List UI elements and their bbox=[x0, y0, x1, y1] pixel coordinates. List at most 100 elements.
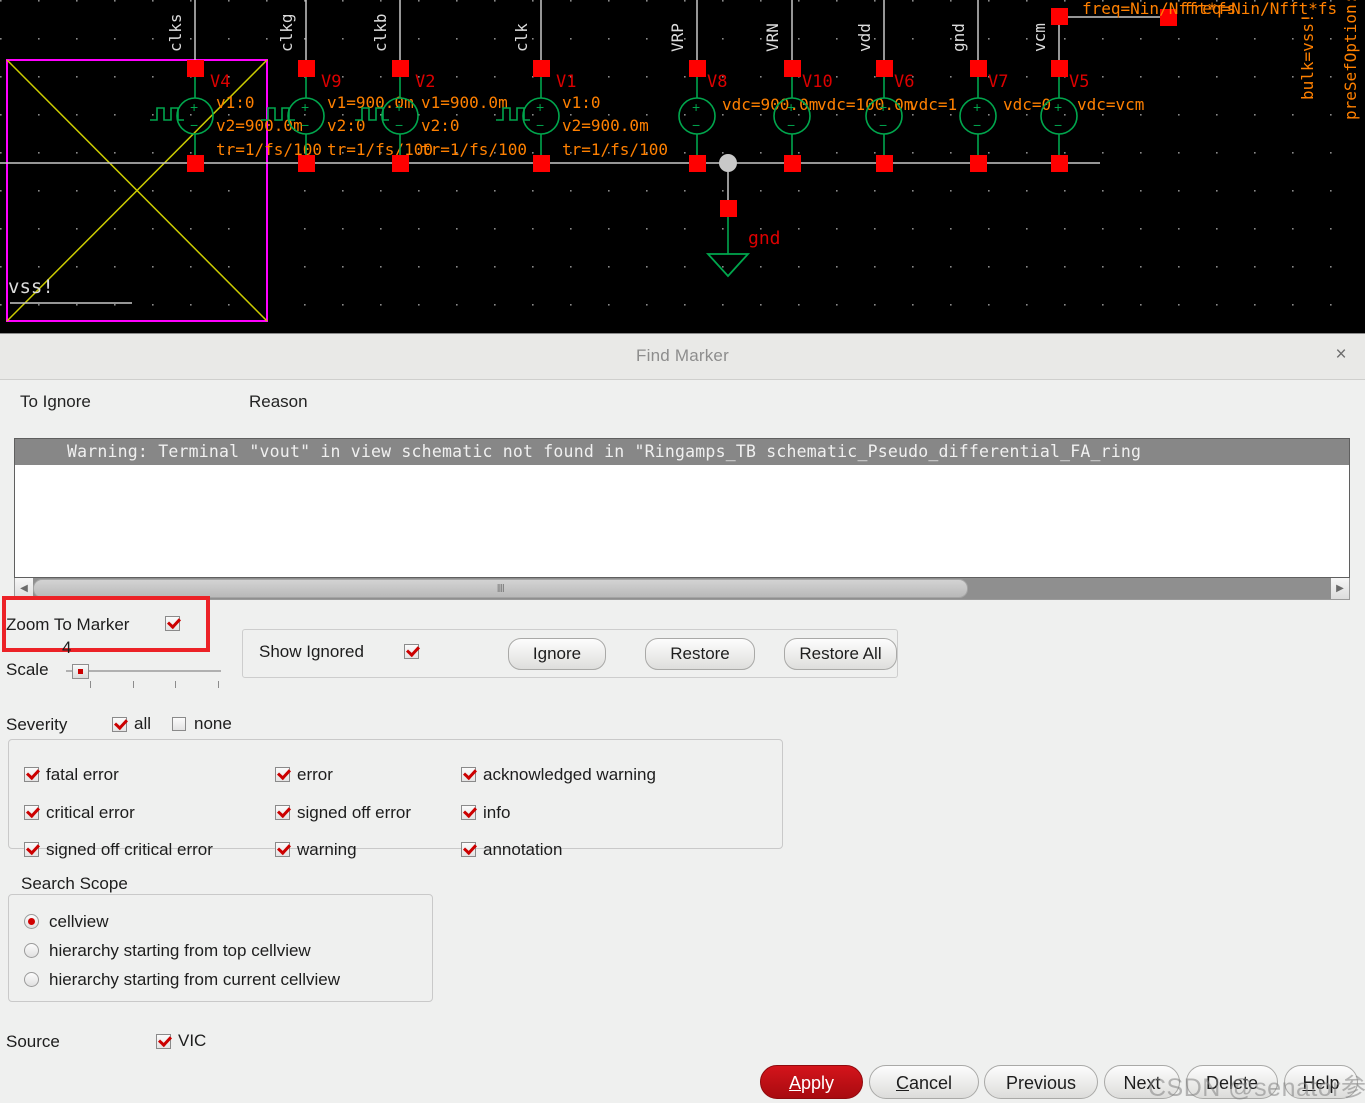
radio-hierarchy-current[interactable] bbox=[24, 972, 39, 987]
severity-item-label: annotation bbox=[483, 840, 563, 859]
search-scope-option-cellview[interactable]: cellview bbox=[24, 912, 109, 932]
svg-text:+: + bbox=[787, 99, 795, 115]
severity-checkbox-fatal-error[interactable] bbox=[24, 767, 39, 782]
svg-text:V9: V9 bbox=[321, 72, 341, 92]
next-button[interactable]: Next bbox=[1104, 1065, 1180, 1099]
scroll-right-icon[interactable]: ▶ bbox=[1331, 578, 1349, 599]
source-label: Source bbox=[6, 1032, 60, 1051]
severity-all-label: all bbox=[134, 714, 152, 733]
svg-text:−: − bbox=[787, 117, 795, 133]
svg-text:−: − bbox=[692, 117, 700, 133]
ignore-button[interactable]: Ignore bbox=[508, 638, 606, 670]
schematic-canvas[interactable]: vss! clks + − V4 v1:0 v2=900.0m tr=1/fs/… bbox=[0, 0, 1365, 333]
severity-item-acknowledged-warning[interactable]: acknowledged warning bbox=[461, 765, 656, 785]
severity-item-error[interactable]: error bbox=[275, 765, 333, 785]
svg-text:clk: clk bbox=[512, 23, 531, 52]
restore-button[interactable]: Restore bbox=[645, 638, 755, 670]
scale-value: 4 bbox=[62, 638, 72, 657]
list-item[interactable]: Warning: Terminal "vout" in view schemat… bbox=[15, 439, 1349, 465]
scale-label: Scale bbox=[6, 660, 49, 679]
severity-all-checkbox[interactable] bbox=[112, 717, 127, 732]
svg-text:vdc=vcm: vdc=vcm bbox=[1077, 95, 1144, 114]
dialog-footer: Apply Cancel Previous Next Delete Help bbox=[0, 1060, 1365, 1103]
severity-item-info[interactable]: info bbox=[461, 803, 510, 823]
severity-item-signed-off-error[interactable]: signed off error bbox=[275, 803, 411, 823]
scale-slider-thumb[interactable] bbox=[72, 664, 89, 679]
severity-checkbox-info[interactable] bbox=[461, 805, 476, 820]
scrollbar-thumb[interactable]: ‖‖ bbox=[33, 579, 968, 598]
svg-text:gnd: gnd bbox=[949, 23, 968, 52]
show-ignored-checkbox[interactable] bbox=[404, 644, 419, 659]
svg-text:v1=900.0m: v1=900.0m bbox=[421, 93, 508, 112]
svg-text:+: + bbox=[190, 99, 198, 115]
previous-button[interactable]: Previous bbox=[984, 1065, 1098, 1099]
svg-text:vdc=1: vdc=1 bbox=[909, 95, 957, 114]
marker-list-hscrollbar[interactable]: ◀ ‖‖ ▶ bbox=[14, 578, 1350, 600]
severity-checkbox-annotation[interactable] bbox=[461, 842, 476, 857]
svg-text:vcm: vcm bbox=[1030, 23, 1049, 52]
severity-none-checkbox[interactable] bbox=[172, 717, 186, 731]
svg-text:clkg: clkg bbox=[277, 13, 296, 52]
svg-text:clks: clks bbox=[166, 13, 185, 52]
delete-button[interactable]: Delete bbox=[1186, 1065, 1278, 1099]
help-button[interactable]: Help bbox=[1284, 1065, 1358, 1099]
severity-item-signed-off-critical-error[interactable]: signed off critical error bbox=[24, 840, 213, 860]
svg-text:−: − bbox=[973, 117, 981, 133]
column-header-to-ignore: To Ignore bbox=[20, 392, 91, 411]
svg-text:−: − bbox=[1054, 117, 1062, 133]
source-vic-label: VIC bbox=[178, 1031, 207, 1050]
severity-item-label: signed off error bbox=[297, 803, 412, 822]
scale-slider-track[interactable] bbox=[66, 670, 221, 672]
svg-text:v2:0: v2:0 bbox=[327, 116, 366, 135]
svg-text:−: − bbox=[190, 117, 198, 133]
svg-text:vdd: vdd bbox=[855, 23, 874, 52]
severity-checkbox-acknowledged-warning[interactable] bbox=[461, 767, 476, 782]
svg-text:V6: V6 bbox=[894, 72, 914, 92]
svg-text:vdc=900.0m: vdc=900.0m bbox=[722, 95, 818, 114]
severity-group-frame bbox=[8, 739, 783, 849]
svg-text:−: − bbox=[879, 117, 887, 133]
marker-list[interactable]: Warning: Terminal "vout" in view schemat… bbox=[14, 438, 1350, 578]
svg-text:−: − bbox=[395, 117, 403, 133]
search-scope-option-hierarchy-top[interactable]: hierarchy starting from top cellview bbox=[24, 941, 311, 961]
svg-text:+: + bbox=[879, 99, 887, 115]
svg-text:tr=1/fs/100: tr=1/fs/100 bbox=[421, 140, 527, 159]
severity-checkbox-warning[interactable] bbox=[275, 842, 290, 857]
scroll-left-icon[interactable]: ◀ bbox=[15, 578, 33, 599]
svg-text:−: − bbox=[301, 117, 309, 133]
svg-text:v2:0: v2:0 bbox=[421, 116, 460, 135]
annotation-presefoption: preSefOption:Custom bbox=[1341, 0, 1360, 120]
severity-item-critical-error[interactable]: critical error bbox=[24, 803, 135, 823]
radio-hierarchy-top[interactable] bbox=[24, 943, 39, 958]
severity-checkbox-signed-off-error[interactable] bbox=[275, 805, 290, 820]
search-scope-option-label: hierarchy starting from top cellview bbox=[49, 941, 311, 960]
severity-item-annotation[interactable]: annotation bbox=[461, 840, 562, 860]
severity-item-label: signed off critical error bbox=[46, 840, 213, 859]
severity-item-warning[interactable]: warning bbox=[275, 840, 357, 860]
severity-item-fatal-error[interactable]: fatal error bbox=[24, 765, 119, 785]
svg-text:V5: V5 bbox=[1069, 72, 1089, 92]
severity-checkbox-signed-off-critical-error[interactable] bbox=[24, 842, 39, 857]
severity-checkbox-critical-error[interactable] bbox=[24, 805, 39, 820]
svg-text:−: − bbox=[536, 117, 544, 133]
severity-item-label: warning bbox=[297, 840, 357, 859]
scale-slider[interactable] bbox=[66, 664, 221, 688]
radio-cellview[interactable] bbox=[24, 914, 39, 929]
svg-text:+: + bbox=[973, 99, 981, 115]
scrollbar-track[interactable]: ‖‖ bbox=[33, 578, 1331, 599]
svg-text:V7: V7 bbox=[988, 72, 1008, 92]
severity-checkbox-error[interactable] bbox=[275, 767, 290, 782]
restore-all-button[interactable]: Restore All bbox=[784, 638, 897, 670]
find-marker-dialog: Find Marker × To Ignore Reason Warning: … bbox=[0, 333, 1365, 1103]
apply-button[interactable]: Apply bbox=[760, 1065, 863, 1099]
severity-item-label: error bbox=[297, 765, 333, 784]
source-vic-checkbox[interactable] bbox=[156, 1034, 171, 1049]
cancel-button[interactable]: Cancel bbox=[869, 1065, 979, 1099]
close-icon[interactable]: × bbox=[1331, 345, 1351, 364]
zoom-to-marker-checkbox[interactable] bbox=[165, 616, 180, 631]
svg-text:tr=1/fs/100: tr=1/fs/100 bbox=[562, 140, 668, 159]
search-scope-option-hierarchy-current[interactable]: hierarchy starting from current cellview bbox=[24, 970, 340, 990]
search-scope-label: Search Scope bbox=[16, 874, 133, 894]
svg-text:vss!: vss! bbox=[8, 276, 54, 298]
svg-text:vdc=0: vdc=0 bbox=[1003, 95, 1051, 114]
